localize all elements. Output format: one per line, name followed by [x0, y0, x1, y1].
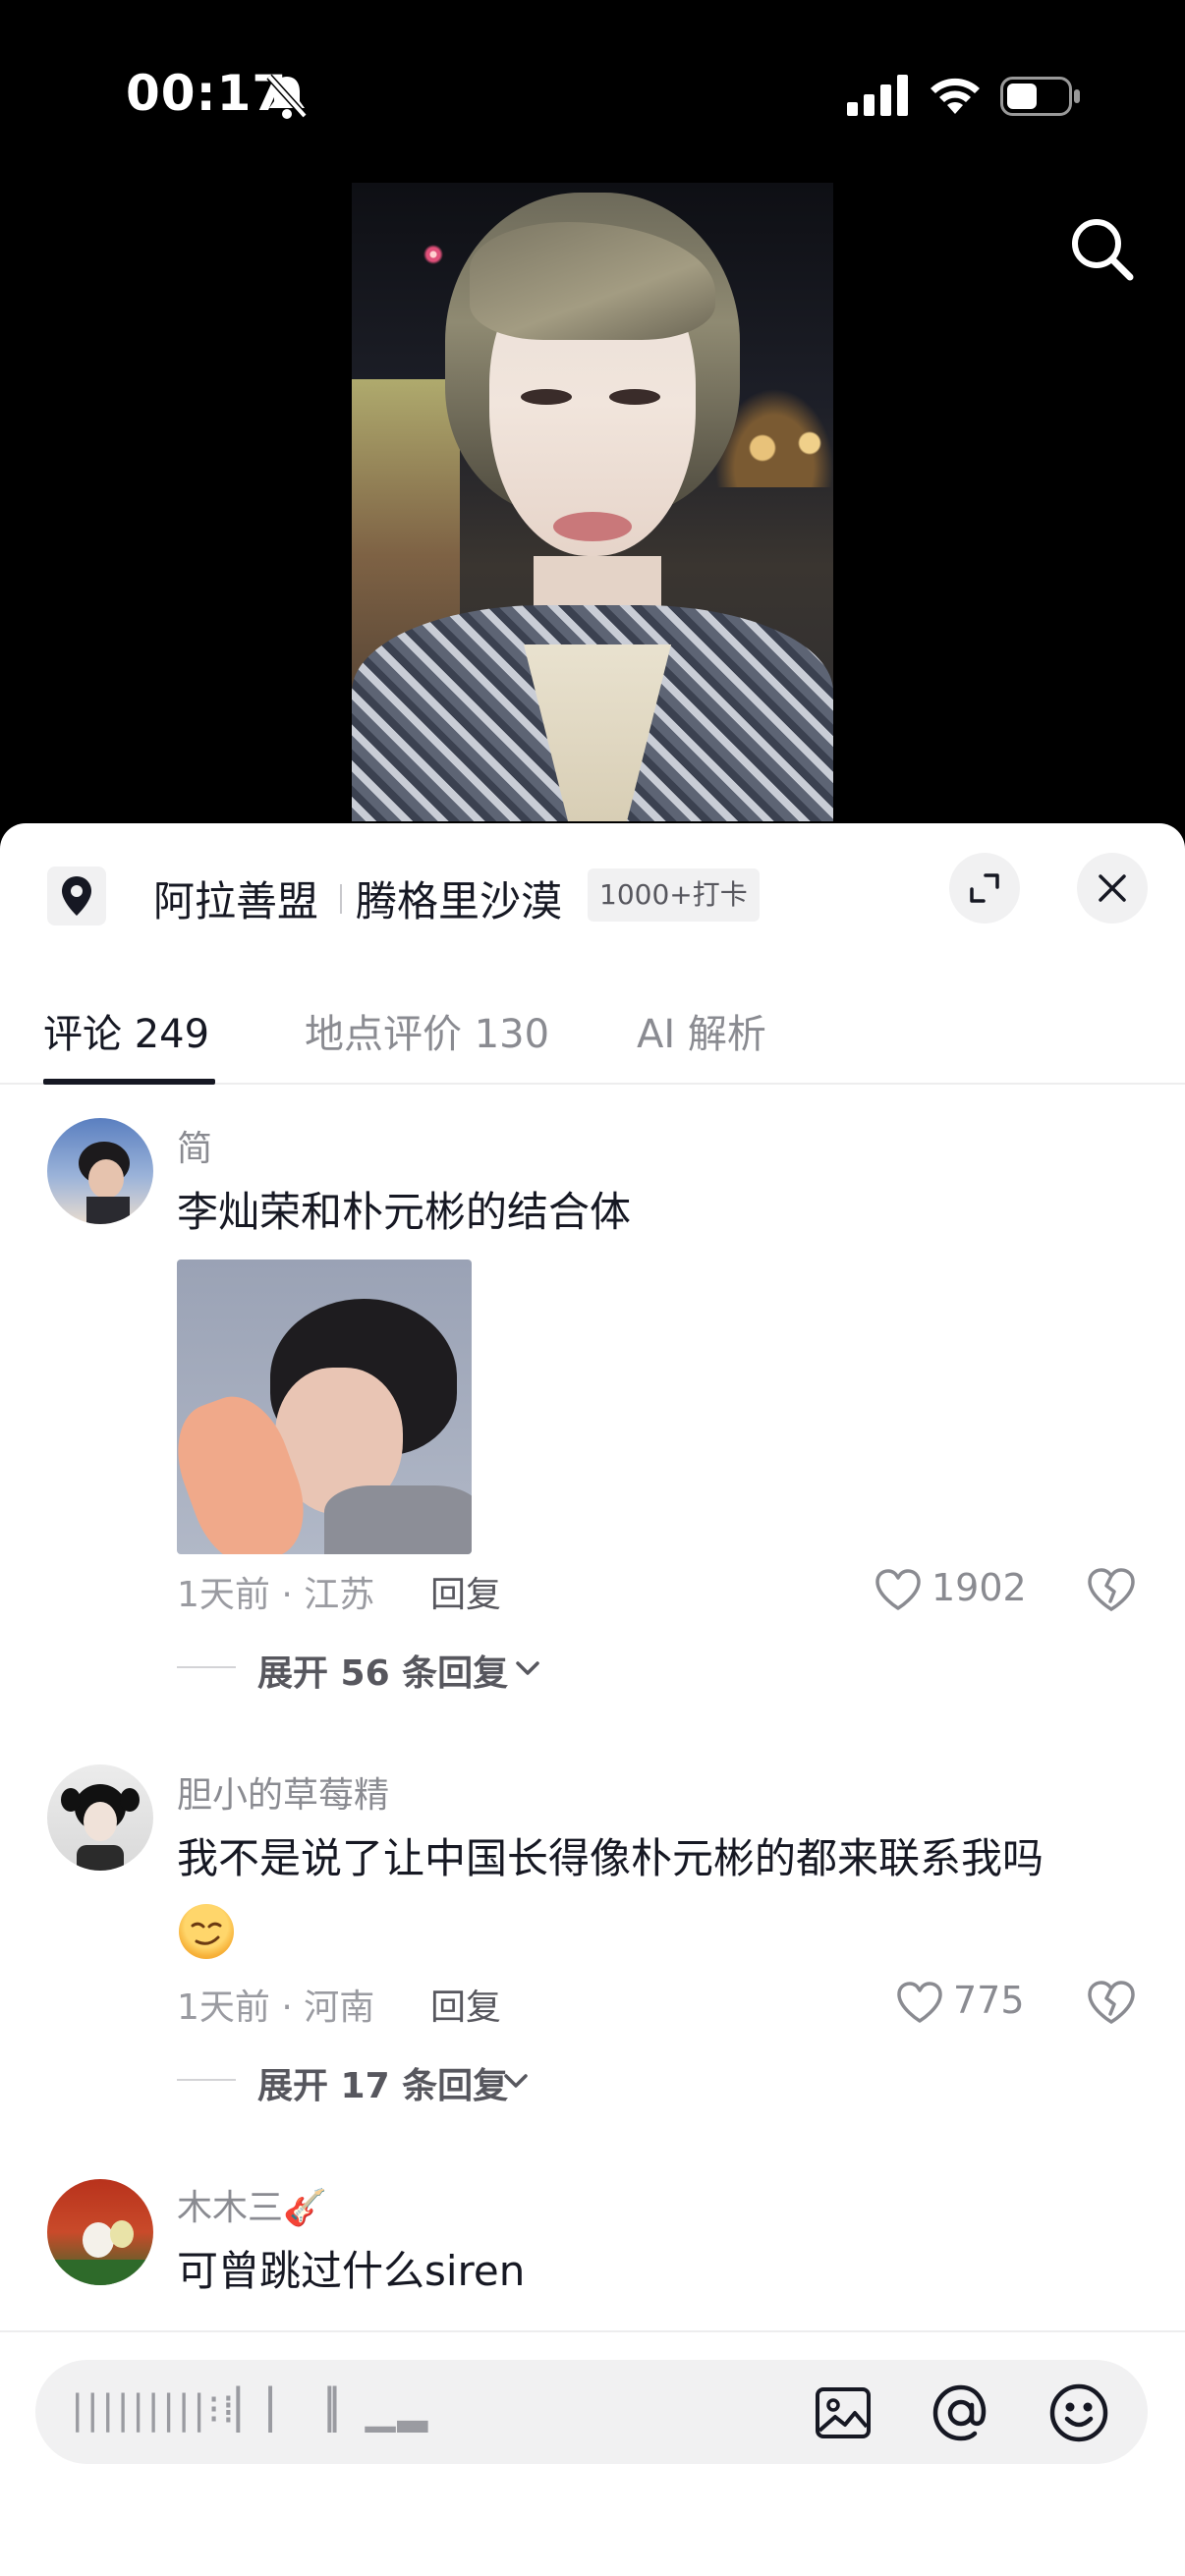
comment-image[interactable] [177, 1260, 472, 1554]
wifi-icon [931, 78, 980, 114]
emoji-icon[interactable] [1047, 2381, 1110, 2444]
comment-username[interactable]: 木木三🎸 [177, 2179, 327, 2230]
location-header[interactable]: 阿拉善盟 腾格里沙漠 1000+打卡 [0, 823, 1185, 971]
location-divider [340, 884, 342, 914]
silent-mode-icon [266, 74, 308, 119]
comment-input-bar: |||||||||⁝⁞▏▏▕▏▁▂ [0, 2330, 1185, 2576]
comment-meta: 1天前 · 江苏 [177, 1575, 375, 1615]
tab-active-indicator [43, 1079, 215, 1085]
cellular-signal-icon [847, 75, 908, 116]
like-count: 1902 [931, 1566, 1027, 1609]
expand-replies-button[interactable]: 展开 56 条回复 [257, 1645, 508, 1696]
location-pin-icon [47, 867, 106, 925]
comment-sheet: 阿拉善盟 腾格里沙漠 1000+打卡 评论 249 地点评价 130 AI 解析 [0, 823, 1185, 2576]
heart-icon[interactable] [875, 1568, 922, 1611]
avatar-image [79, 1142, 130, 1224]
comment-text: 李灿荣和朴元彬的结合体 [177, 1188, 632, 1236]
tab-ai-analysis[interactable]: AI 解析 [637, 1002, 766, 1059]
comment-username[interactable]: 胆小的草莓精 [177, 1766, 389, 1818]
comment-text: 我不是说了让中国长得像朴元彬的都来联系我吗 [177, 1834, 1044, 1882]
reply-button[interactable]: 回复 [430, 1979, 501, 2030]
avatar-image [47, 2220, 153, 2285]
close-button[interactable] [1077, 853, 1148, 924]
checkin-badge: 1000+打卡 [588, 868, 760, 922]
firework [421, 242, 446, 267]
comment-input[interactable]: |||||||||⁝⁞▏▏▕▏▁▂ [35, 2360, 1148, 2464]
video-frame[interactable] [352, 183, 833, 821]
person-eye-left [521, 389, 572, 405]
expand-line [177, 2079, 236, 2081]
tab-comments[interactable]: 评论 249 [43, 1002, 209, 1059]
comment-meta: 1天前 · 河南 [177, 1988, 375, 2028]
battery-icon [1000, 77, 1080, 116]
status-time: 00:17 [126, 65, 288, 122]
comment-text: 可曾跳过什么siren [177, 2247, 526, 2295]
broken-heart-icon[interactable] [1087, 1566, 1136, 1613]
search-icon[interactable] [1067, 214, 1136, 283]
heart-icon[interactable] [896, 1981, 943, 2024]
mention-icon[interactable] [930, 2381, 992, 2444]
like-count: 775 [953, 1979, 1025, 2022]
chevron-down-icon [504, 2074, 528, 2088]
location-city[interactable]: 阿拉善盟 [153, 868, 318, 928]
avatar[interactable] [47, 2179, 153, 2285]
smirk-emoji-icon [179, 1904, 234, 1959]
location-place[interactable]: 腾格里沙漠 [356, 868, 562, 928]
broken-heart-icon[interactable] [1087, 1979, 1136, 2026]
fullscreen-button[interactable] [949, 853, 1020, 924]
chevron-down-icon [516, 1661, 539, 1675]
expand-line [177, 1666, 236, 1668]
expand-icon [970, 873, 999, 903]
close-icon [1099, 874, 1126, 902]
image-icon[interactable] [812, 2381, 875, 2444]
avatar[interactable] [47, 1118, 153, 1224]
person-lips [553, 512, 632, 541]
image-body [324, 1485, 472, 1554]
tab-bar: 评论 249 地点评价 130 AI 解析 [0, 971, 1185, 1085]
person-eye-right [609, 389, 660, 405]
comment-username[interactable]: 简 [177, 1120, 212, 1171]
status-bar: 00:17 [0, 0, 1185, 187]
avatar[interactable] [47, 1764, 153, 1871]
tab-place-reviews[interactable]: 地点评价 130 [305, 1002, 549, 1059]
avatar-image [61, 1784, 140, 1871]
reply-button[interactable]: 回复 [430, 1566, 501, 1617]
video-player[interactable]: 00:17 [0, 0, 1185, 884]
comment-input-placeholder: |||||||||⁝⁞▏▏▕▏▁▂ [71, 2387, 430, 2433]
expand-replies-button[interactable]: 展开 17 条回复 [257, 2057, 508, 2108]
